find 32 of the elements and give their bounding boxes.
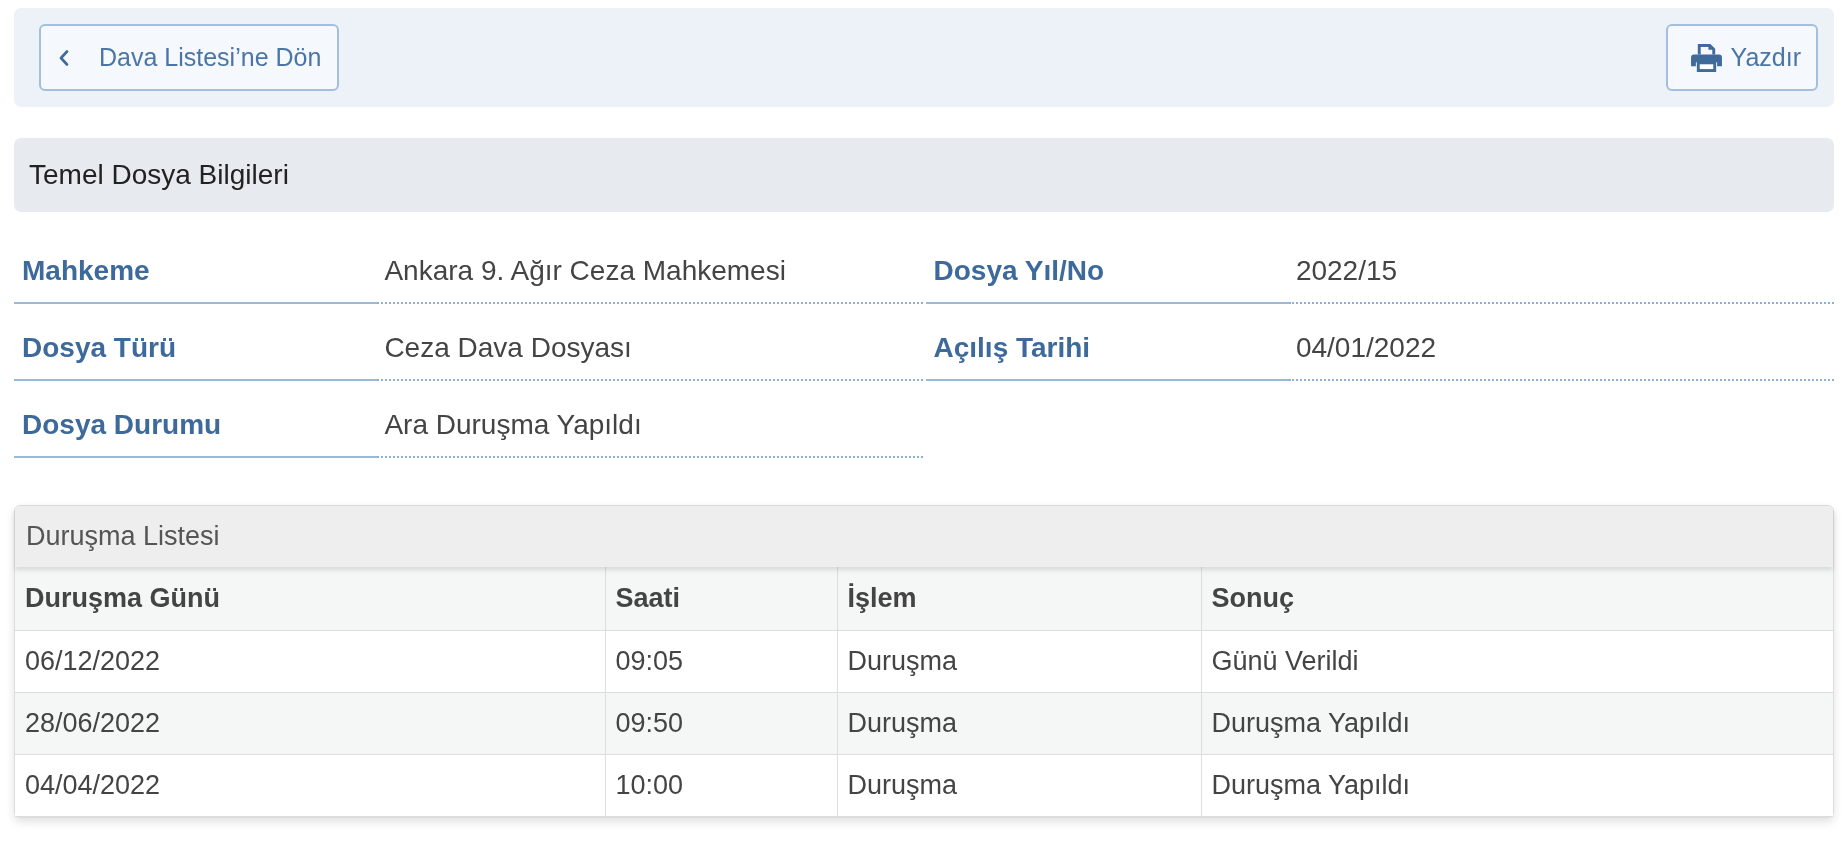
table-cell: Duruşma [837,630,1201,692]
table-cell: 28/06/2022 [15,692,605,754]
back-button[interactable]: Dava Listesi’ne Dön [39,24,340,91]
field-label: Dosya Türü [14,317,378,381]
table-cell: Duruşma Yapıldı [1201,754,1833,816]
column-header: Sonuç [1201,567,1833,630]
printer-icon [1690,43,1722,72]
table-cell: 06/12/2022 [15,630,605,692]
field-label: Mahkeme [14,240,378,304]
table-cell: 04/04/2022 [15,754,605,816]
column-header: Saati [605,567,837,630]
print-button[interactable]: Yazdır [1665,24,1818,91]
field-label: Dosya Durumu [14,394,378,458]
field-label: Dosya Yıl/No [925,240,1289,304]
table-cell: Günü Verildi [1201,630,1833,692]
table-cell: 09:50 [605,692,837,754]
table-cell: Duruşma [837,692,1201,754]
table-cell: 10:00 [605,754,837,816]
field-value: 04/01/2022 [1288,317,1834,381]
panel-title: Duruşma Listesi [15,506,1833,567]
field-label: Açılış Tarihi [925,317,1289,381]
chevron-left-icon [59,49,69,66]
table-cell: 09:05 [605,630,837,692]
field-value: Ceza Dava Dosyası [377,317,923,381]
table-cell: Duruşma [837,754,1201,816]
column-header: Duruşma Günü [15,567,605,630]
section-title: Temel Dosya Bilgileri [14,138,1834,212]
column-header: İşlem [837,567,1201,630]
field-value: Ankara 9. Ağır Ceza Mahkemesi [377,240,923,304]
field-value: 2022/15 [1288,240,1834,304]
table-cell: Duruşma Yapıldı [1201,692,1833,754]
field-value: Ara Duruşma Yapıldı [377,394,923,458]
